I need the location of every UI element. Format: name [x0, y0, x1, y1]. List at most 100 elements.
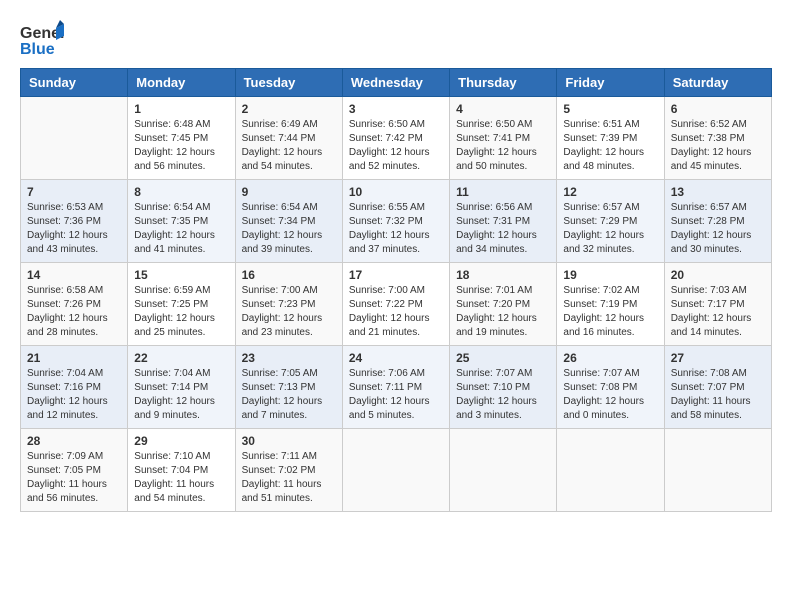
calendar-cell: 28 Sunrise: 7:09 AMSunset: 7:05 PMDayligh…	[21, 429, 128, 512]
day-info: Sunrise: 7:00 AMSunset: 7:22 PMDaylight:…	[349, 284, 443, 340]
day-info: Sunrise: 6:58 AMSunset: 7:26 PMDaylight:…	[27, 284, 121, 340]
day-info: Sunrise: 6:52 AMSunset: 7:38 PMDaylight:…	[671, 118, 765, 174]
calendar-cell: 15 Sunrise: 6:59 AMSunset: 7:25 PMDayligh…	[128, 263, 235, 346]
logo: General Blue	[20, 20, 64, 58]
day-info: Sunrise: 7:08 AMSunset: 7:07 PMDaylight:…	[671, 367, 765, 423]
calendar-table: SundayMondayTuesdayWednesdayThursdayFrid…	[20, 68, 772, 512]
day-info: Sunrise: 7:06 AMSunset: 7:11 PMDaylight:…	[349, 367, 443, 423]
day-number: 7	[27, 185, 121, 199]
day-number: 19	[563, 268, 657, 282]
calendar-cell: 3 Sunrise: 6:50 AMSunset: 7:42 PMDaylight…	[342, 97, 449, 180]
calendar-cell: 27Sunrise: 7:08 AMSunset: 7:07 PMDayligh…	[664, 346, 771, 429]
calendar-cell: 5 Sunrise: 6:51 AMSunset: 7:39 PMDaylight…	[557, 97, 664, 180]
weekday-header-tuesday: Tuesday	[235, 69, 342, 97]
day-info: Sunrise: 7:07 AMSunset: 7:10 PMDaylight:…	[456, 367, 550, 423]
day-info: Sunrise: 6:57 AMSunset: 7:28 PMDaylight:…	[671, 201, 765, 257]
weekday-header-sunday: Sunday	[21, 69, 128, 97]
calendar-cell: 2 Sunrise: 6:49 AMSunset: 7:44 PMDaylight…	[235, 97, 342, 180]
day-number: 20	[671, 268, 765, 282]
day-info: Sunrise: 7:04 AMSunset: 7:16 PMDaylight:…	[27, 367, 121, 423]
day-info: Sunrise: 6:53 AMSunset: 7:36 PMDaylight:…	[27, 201, 121, 257]
calendar-cell: 22Sunrise: 7:04 AMSunset: 7:14 PMDayligh…	[128, 346, 235, 429]
day-info: Sunrise: 6:54 AMSunset: 7:34 PMDaylight:…	[242, 201, 336, 257]
day-number: 15	[134, 268, 228, 282]
day-info: Sunrise: 7:00 AMSunset: 7:23 PMDaylight:…	[242, 284, 336, 340]
day-number: 11	[456, 185, 550, 199]
day-info: Sunrise: 7:03 AMSunset: 7:17 PMDaylight:…	[671, 284, 765, 340]
day-number: 30	[242, 434, 336, 448]
weekday-header-thursday: Thursday	[450, 69, 557, 97]
calendar-cell: 20 Sunrise: 7:03 AMSunset: 7:17 PMDayligh…	[664, 263, 771, 346]
calendar-body: 1 Sunrise: 6:48 AMSunset: 7:45 PMDaylight…	[21, 97, 772, 512]
day-info: Sunrise: 6:54 AMSunset: 7:35 PMDaylight:…	[134, 201, 228, 257]
calendar-cell: 24Sunrise: 7:06 AMSunset: 7:11 PMDayligh…	[342, 346, 449, 429]
day-number: 21	[27, 351, 121, 365]
day-info: Sunrise: 6:55 AMSunset: 7:32 PMDaylight:…	[349, 201, 443, 257]
calendar-cell: 12Sunrise: 6:57 AMSunset: 7:29 PMDayligh…	[557, 180, 664, 263]
day-info: Sunrise: 6:59 AMSunset: 7:25 PMDaylight:…	[134, 284, 228, 340]
calendar-cell: 1 Sunrise: 6:48 AMSunset: 7:45 PMDaylight…	[128, 97, 235, 180]
day-info: Sunrise: 7:07 AMSunset: 7:08 PMDaylight:…	[563, 367, 657, 423]
weekday-header-monday: Monday	[128, 69, 235, 97]
weekday-header-saturday: Saturday	[664, 69, 771, 97]
day-info: Sunrise: 7:11 AMSunset: 7:02 PMDaylight:…	[242, 450, 336, 506]
day-info: Sunrise: 6:56 AMSunset: 7:31 PMDaylight:…	[456, 201, 550, 257]
day-number: 5	[563, 102, 657, 116]
day-number: 9	[242, 185, 336, 199]
calendar-cell: 13Sunrise: 6:57 AMSunset: 7:28 PMDayligh…	[664, 180, 771, 263]
day-info: Sunrise: 7:02 AMSunset: 7:19 PMDaylight:…	[563, 284, 657, 340]
day-info: Sunrise: 7:09 AMSunset: 7:05 PMDaylight:…	[27, 450, 121, 506]
calendar-cell: 10 Sunrise: 6:55 AMSunset: 7:32 PMDayligh…	[342, 180, 449, 263]
day-number: 1	[134, 102, 228, 116]
calendar-cell: 21 Sunrise: 7:04 AMSunset: 7:16 PMDayligh…	[21, 346, 128, 429]
day-number: 26	[563, 351, 657, 365]
calendar-cell: 17 Sunrise: 7:00 AMSunset: 7:22 PMDayligh…	[342, 263, 449, 346]
day-info: Sunrise: 6:50 AMSunset: 7:41 PMDaylight:…	[456, 118, 550, 174]
day-number: 23	[242, 351, 336, 365]
day-number: 16	[242, 268, 336, 282]
page-header: General Blue	[20, 20, 772, 58]
calendar-cell	[21, 97, 128, 180]
day-info: Sunrise: 6:57 AMSunset: 7:29 PMDaylight:…	[563, 201, 657, 257]
calendar-week-row: 7 Sunrise: 6:53 AMSunset: 7:36 PMDaylight…	[21, 180, 772, 263]
day-info: Sunrise: 6:50 AMSunset: 7:42 PMDaylight:…	[349, 118, 443, 174]
calendar-week-row: 1 Sunrise: 6:48 AMSunset: 7:45 PMDaylight…	[21, 97, 772, 180]
calendar-cell: 19 Sunrise: 7:02 AMSunset: 7:19 PMDayligh…	[557, 263, 664, 346]
day-number: 29	[134, 434, 228, 448]
calendar-cell	[664, 429, 771, 512]
calendar-cell: 30 Sunrise: 7:11 AMSunset: 7:02 PMDayligh…	[235, 429, 342, 512]
calendar-cell: 25Sunrise: 7:07 AMSunset: 7:10 PMDayligh…	[450, 346, 557, 429]
calendar-cell: 8Sunrise: 6:54 AMSunset: 7:35 PMDaylight…	[128, 180, 235, 263]
calendar-cell: 14 Sunrise: 6:58 AMSunset: 7:26 PMDayligh…	[21, 263, 128, 346]
calendar-week-row: 28 Sunrise: 7:09 AMSunset: 7:05 PMDayligh…	[21, 429, 772, 512]
calendar-cell: 6 Sunrise: 6:52 AMSunset: 7:38 PMDaylight…	[664, 97, 771, 180]
calendar-cell	[557, 429, 664, 512]
day-info: Sunrise: 6:49 AMSunset: 7:44 PMDaylight:…	[242, 118, 336, 174]
day-number: 18	[456, 268, 550, 282]
calendar-cell: 29 Sunrise: 7:10 AMSunset: 7:04 PMDayligh…	[128, 429, 235, 512]
day-number: 28	[27, 434, 121, 448]
calendar-cell: 11 Sunrise: 6:56 AMSunset: 7:31 PMDayligh…	[450, 180, 557, 263]
day-info: Sunrise: 7:01 AMSunset: 7:20 PMDaylight:…	[456, 284, 550, 340]
calendar-cell	[342, 429, 449, 512]
day-number: 3	[349, 102, 443, 116]
calendar-cell: 23Sunrise: 7:05 AMSunset: 7:13 PMDayligh…	[235, 346, 342, 429]
calendar-cell: 26 Sunrise: 7:07 AMSunset: 7:08 PMDayligh…	[557, 346, 664, 429]
day-info: Sunrise: 7:10 AMSunset: 7:04 PMDaylight:…	[134, 450, 228, 506]
day-info: Sunrise: 6:48 AMSunset: 7:45 PMDaylight:…	[134, 118, 228, 174]
calendar-cell	[450, 429, 557, 512]
calendar-week-row: 21 Sunrise: 7:04 AMSunset: 7:16 PMDayligh…	[21, 346, 772, 429]
calendar-cell: 4 Sunrise: 6:50 AMSunset: 7:41 PMDaylight…	[450, 97, 557, 180]
calendar-header-row: SundayMondayTuesdayWednesdayThursdayFrid…	[21, 69, 772, 97]
day-number: 4	[456, 102, 550, 116]
day-number: 2	[242, 102, 336, 116]
day-number: 14	[27, 268, 121, 282]
calendar-cell: 7 Sunrise: 6:53 AMSunset: 7:36 PMDaylight…	[21, 180, 128, 263]
day-info: Sunrise: 6:51 AMSunset: 7:39 PMDaylight:…	[563, 118, 657, 174]
weekday-header-friday: Friday	[557, 69, 664, 97]
logo-icon: General Blue	[20, 20, 64, 58]
day-number: 17	[349, 268, 443, 282]
weekday-header-wednesday: Wednesday	[342, 69, 449, 97]
day-number: 6	[671, 102, 765, 116]
day-number: 10	[349, 185, 443, 199]
